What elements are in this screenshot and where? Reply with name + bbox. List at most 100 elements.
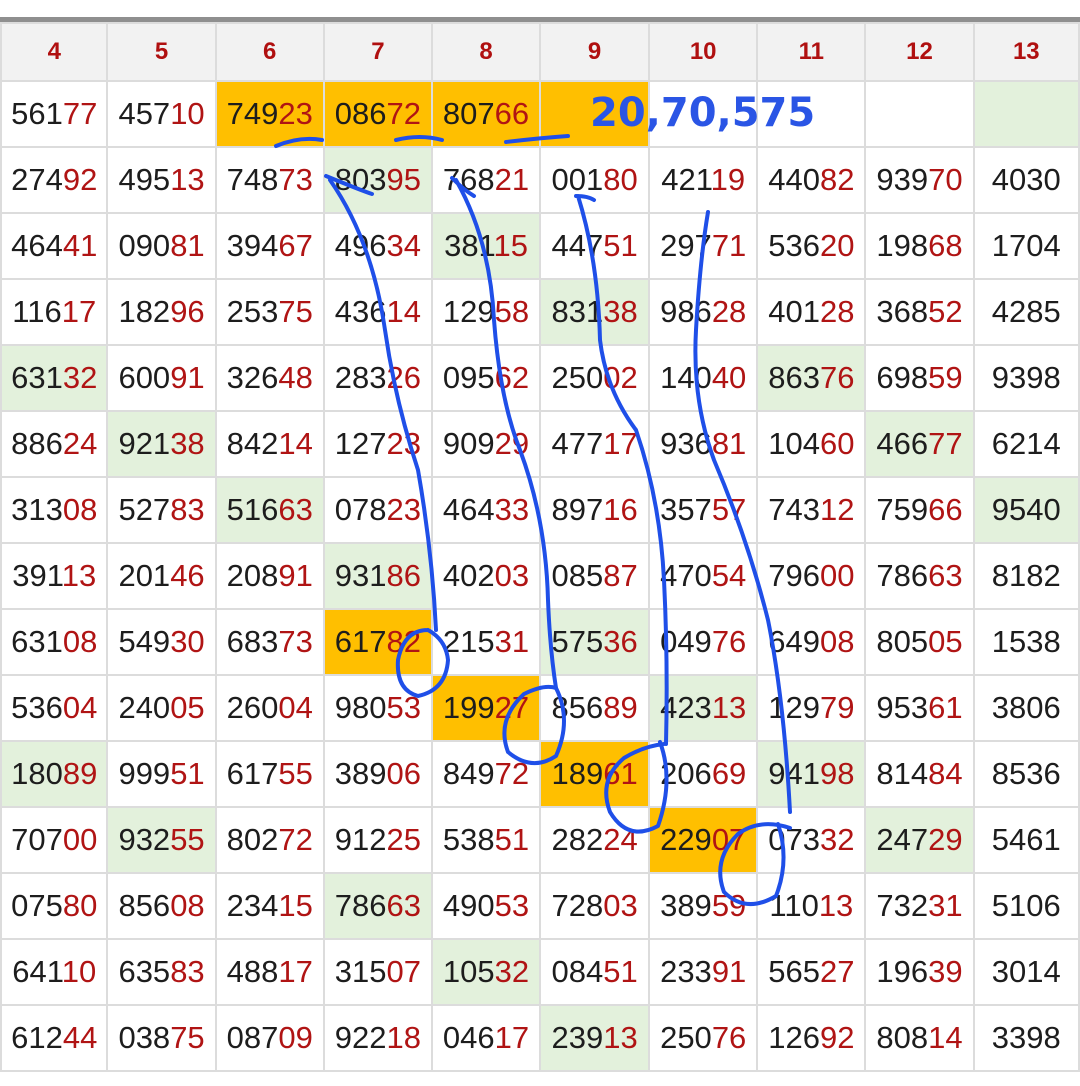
number-cell: 93255 bbox=[106, 806, 217, 874]
number-cell: 43614 bbox=[322, 278, 433, 346]
cell-prefix-digits: 421 bbox=[661, 162, 711, 197]
number-cell: 61244 bbox=[0, 1004, 109, 1072]
cell-prefix-digits: 477 bbox=[551, 426, 604, 461]
cell-prefix-digits: 941 bbox=[768, 756, 820, 791]
cell-highlight-digits: 02 bbox=[603, 360, 638, 395]
number-cell: 19639 bbox=[864, 938, 975, 1006]
cell-highlight-digits: 60 bbox=[819, 426, 855, 461]
number-cell: 42119 bbox=[648, 146, 759, 214]
column-header-6: 6 bbox=[214, 22, 325, 82]
number-cell: 88624 bbox=[0, 410, 109, 478]
number-cell: 53851 bbox=[430, 806, 542, 874]
number-cell: 74923 bbox=[214, 80, 325, 148]
cell-highlight-digits: 98 bbox=[819, 756, 855, 791]
number-cell: 28224 bbox=[539, 806, 651, 874]
cell-prefix-digits: 617 bbox=[334, 624, 387, 659]
number-cell: 03875 bbox=[106, 1004, 217, 1072]
number-cell: 32648 bbox=[214, 344, 325, 412]
cell-prefix-digits: 129 bbox=[442, 294, 495, 329]
cell-highlight-digits: 36 bbox=[603, 624, 638, 659]
cell-highlight-digits: 91 bbox=[170, 360, 205, 395]
cell-prefix-digits: 631 bbox=[11, 624, 63, 659]
cell-prefix-digits: 215 bbox=[442, 624, 495, 659]
number-cell: 4030 bbox=[972, 146, 1080, 214]
cell-highlight-digits: 72 bbox=[494, 756, 530, 791]
cell-prefix-digits: 206 bbox=[660, 756, 712, 791]
table-row: 46441 09081 39467 49634 38115 44751 29771 53620… bbox=[0, 212, 1080, 280]
number-cell: 4285 bbox=[972, 278, 1080, 346]
table-row: 07580 85608 23415 78663 49053 72803 38959 11013… bbox=[0, 872, 1080, 940]
number-cell: 04976 bbox=[648, 608, 759, 676]
number-cell: 07580 bbox=[0, 872, 109, 940]
cell-prefix-digits: 5106 bbox=[991, 888, 1061, 923]
cell-highlight-digits: 63 bbox=[278, 492, 313, 527]
table-row: 63132 60091 32648 28326 09562 25002 14040 86376… bbox=[0, 344, 1080, 412]
cell-highlight-digits: 51 bbox=[603, 228, 638, 263]
cell-prefix-digits: 3398 bbox=[991, 1020, 1061, 1055]
cell-prefix-digits: 326 bbox=[226, 360, 279, 395]
cell-prefix-digits: 199 bbox=[442, 690, 495, 725]
cell-highlight-digits: 05 bbox=[928, 624, 963, 659]
cell-prefix-digits: 527 bbox=[118, 492, 171, 527]
number-cell: 52783 bbox=[106, 476, 217, 544]
table-row: 63108 54930 68373 61782 21531 57536 04976 64908… bbox=[0, 608, 1080, 676]
number-cell: 08672 bbox=[322, 80, 433, 148]
number-cell: 12958 bbox=[430, 278, 542, 346]
cell-prefix-digits: 488 bbox=[226, 954, 279, 989]
cell-highlight-digits: 84 bbox=[928, 756, 963, 791]
cell-prefix-digits: 423 bbox=[660, 690, 712, 725]
cell-prefix-digits: 803 bbox=[334, 162, 387, 197]
cell-highlight-digits: 29 bbox=[494, 426, 530, 461]
cell-highlight-digits: 05 bbox=[170, 690, 205, 725]
cell-highlight-digits: 86 bbox=[386, 558, 421, 593]
cell-prefix-digits: 233 bbox=[660, 954, 712, 989]
cell-highlight-digits: 32 bbox=[494, 954, 530, 989]
number-cell: 11617 bbox=[0, 278, 109, 346]
cell-prefix-digits: 649 bbox=[768, 624, 820, 659]
cell-highlight-digits: 71 bbox=[711, 228, 747, 263]
table-row: 27492 49513 74873 80395 76821 00180 42119 44082… bbox=[0, 146, 1080, 214]
number-cell: 46441 bbox=[0, 212, 109, 280]
cell-prefix-digits: 612 bbox=[11, 1020, 63, 1055]
cell-highlight-digits: 14 bbox=[386, 294, 421, 329]
column-header-5: 5 bbox=[106, 22, 217, 82]
number-cell: 89716 bbox=[539, 476, 651, 544]
cell-highlight-digits: 19 bbox=[710, 162, 746, 197]
cell-prefix-digits: 260 bbox=[226, 690, 279, 725]
cell-prefix-digits: 831 bbox=[551, 294, 604, 329]
cell-prefix-digits: 129 bbox=[768, 690, 820, 725]
cell-prefix-digits: 090 bbox=[118, 228, 171, 263]
cell-highlight-digits: 63 bbox=[386, 888, 421, 923]
cell-prefix-digits: 315 bbox=[334, 954, 387, 989]
cell-highlight-digits: 61 bbox=[928, 690, 963, 725]
number-cell: 25375 bbox=[214, 278, 325, 346]
number-cell: 9540 bbox=[972, 476, 1080, 544]
number-cell: 51663 bbox=[214, 476, 325, 544]
cell-prefix-digits: 075 bbox=[11, 888, 63, 923]
cell-highlight-digits: 76 bbox=[711, 624, 747, 659]
cell-highlight-digits: 17 bbox=[494, 1020, 530, 1055]
number-cell: 35757 bbox=[648, 476, 759, 544]
cell-prefix-digits: 796 bbox=[768, 558, 820, 593]
number-cell: 9398 bbox=[972, 344, 1080, 412]
cell-prefix-digits: 085 bbox=[551, 558, 604, 593]
cell-prefix-digits: 389 bbox=[334, 756, 387, 791]
cell-highlight-digits: 89 bbox=[603, 690, 638, 725]
number-cell: 81484 bbox=[864, 740, 975, 808]
cell-prefix-digits: 802 bbox=[226, 822, 279, 857]
cell-highlight-digits: 08 bbox=[62, 624, 98, 659]
column-header-7: 7 bbox=[322, 22, 433, 82]
number-cell: 92218 bbox=[322, 1004, 433, 1072]
cell-highlight-digits: 27 bbox=[494, 690, 530, 725]
table-row: 64110 63583 48817 31507 10532 08451 23391 56527… bbox=[0, 938, 1080, 1006]
cell-highlight-digits: 08 bbox=[62, 492, 98, 527]
cell-prefix-digits: 748 bbox=[226, 162, 279, 197]
number-cell: 47054 bbox=[648, 542, 759, 610]
cell-highlight-digits: 00 bbox=[62, 822, 98, 857]
cell-highlight-digits: 03 bbox=[603, 888, 638, 923]
cell-highlight-digits: 13 bbox=[61, 558, 97, 593]
cell-prefix-digits: 234 bbox=[226, 888, 279, 923]
cell-prefix-digits: 313 bbox=[11, 492, 63, 527]
number-cell: 91225 bbox=[322, 806, 433, 874]
cell-prefix-digits: 240 bbox=[118, 690, 171, 725]
